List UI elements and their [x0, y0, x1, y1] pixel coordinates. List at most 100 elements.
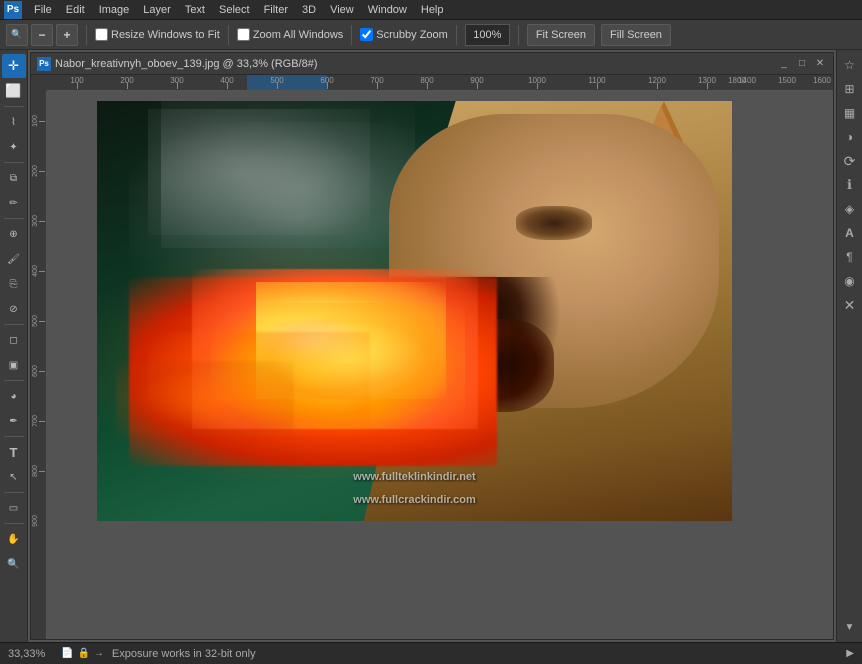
- tool-clone[interactable]: ⎘: [2, 272, 26, 296]
- zoom-in-btn[interactable]: +: [56, 24, 78, 46]
- cat-eye: [516, 206, 592, 240]
- ruler-tick: [277, 83, 278, 89]
- doc-maximize-btn[interactable]: □: [795, 57, 809, 71]
- ruler-label-v: 500: [32, 315, 39, 327]
- status-doc-icon[interactable]: 📄: [61, 648, 73, 659]
- ps-logo: Ps: [4, 1, 22, 19]
- ruler-label: 1500: [778, 76, 796, 85]
- zoom-all-windows-checkbox[interactable]: [237, 28, 250, 41]
- right-btn-brush[interactable]: ◈: [839, 198, 861, 220]
- status-arrow-icon[interactable]: →: [94, 648, 104, 659]
- right-btn-para[interactable]: ¶: [839, 246, 861, 268]
- ruler-tick: [477, 83, 478, 89]
- zoom-preset-icon[interactable]: 🔍: [6, 24, 28, 46]
- ruler-tick-v: [39, 371, 45, 372]
- ruler-label-v: 400: [32, 265, 39, 277]
- resize-windows-checkbox[interactable]: [95, 28, 108, 41]
- doc-content: 100 200 300 400 500 600 700: [31, 75, 833, 639]
- status-lock-icon[interactable]: 🔒: [77, 648, 89, 659]
- zoom-all-windows-option[interactable]: Zoom All Windows: [237, 28, 343, 41]
- ruler-tick: [537, 83, 538, 89]
- right-btn-swatches[interactable]: ▦: [839, 102, 861, 124]
- tool-zoom[interactable]: 🔍: [2, 552, 26, 576]
- ruler-tick: [177, 83, 178, 89]
- tool-move[interactable]: ✛: [2, 54, 26, 78]
- doc-close-btn[interactable]: ✕: [813, 57, 827, 71]
- tool-magic-wand[interactable]: ✦: [2, 135, 26, 159]
- tool-sep-8: [4, 523, 24, 524]
- tool-brush[interactable]: 🖌: [2, 247, 26, 271]
- right-btn-adjustments[interactable]: ◑: [839, 126, 861, 148]
- ruler-horizontal: 100 200 300 400 500 600 700: [47, 75, 833, 91]
- menu-text[interactable]: Text: [179, 3, 211, 17]
- menu-image[interactable]: Image: [93, 3, 136, 17]
- tool-sep-2: [4, 162, 24, 163]
- doc-minimize-btn[interactable]: _: [777, 57, 791, 71]
- zoom-all-windows-label: Zoom All Windows: [253, 29, 343, 41]
- ruler-label-v: 800: [32, 465, 39, 477]
- right-btn-3d[interactable]: ◉: [839, 270, 861, 292]
- zoom-out-btn[interactable]: −: [31, 24, 53, 46]
- toolbar-separator-1: [86, 25, 87, 45]
- ruler-label-v: 900: [32, 515, 39, 527]
- ruler-tick-v: [39, 171, 45, 172]
- menu-edit[interactable]: Edit: [60, 3, 91, 17]
- ruler-label-v: 200: [32, 165, 39, 177]
- left-toolbar: ✛ ⬜ ⌇ ✦ ⧉ ✏ ⊕ 🖌 ⎘ ⊘ ◻ ▣ ◕ ✒ T ↖ ▭ ✋ 🔍: [0, 50, 28, 642]
- ruler-label-hi: 1800: [728, 76, 746, 85]
- right-btn-settings[interactable]: ✕: [839, 294, 861, 316]
- ruler-tick-v: [39, 271, 45, 272]
- ruler-tick-v: [39, 471, 45, 472]
- tool-sep-1: [4, 106, 24, 107]
- scrubby-zoom-label: Scrubby Zoom: [376, 29, 448, 41]
- menu-help[interactable]: Help: [415, 3, 450, 17]
- ruler-highlight: [247, 75, 327, 91]
- ruler-tick: [377, 83, 378, 89]
- right-btn-char[interactable]: A: [839, 222, 861, 244]
- tool-pen[interactable]: ✒: [2, 409, 26, 433]
- watermark-2: www.fullcrackindir.com: [353, 494, 475, 506]
- zoom-percentage-input[interactable]: [465, 24, 510, 46]
- toolbar-separator-5: [518, 25, 519, 45]
- right-btn-transform[interactable]: ⟳: [839, 150, 861, 172]
- right-btn-extras[interactable]: ☆: [839, 54, 861, 76]
- ruler-tick-v: [39, 121, 45, 122]
- tool-eraser[interactable]: ◻: [2, 328, 26, 352]
- tool-path-sel[interactable]: ↖: [2, 465, 26, 489]
- right-btn-scrolldown[interactable]: ▼: [839, 616, 861, 638]
- corner-ruler: [31, 75, 47, 91]
- menu-3d[interactable]: 3D: [296, 3, 322, 17]
- tool-crop[interactable]: ⧉: [2, 166, 26, 190]
- resize-windows-option[interactable]: Resize Windows to Fit: [95, 28, 220, 41]
- fit-screen-button[interactable]: Fit Screen: [527, 24, 595, 46]
- ruler-label-v: 600: [32, 365, 39, 377]
- document-titlebar: Ps Nabor_kreativnyh_oboev_139.jpg @ 33,3…: [31, 53, 833, 75]
- tool-gradient[interactable]: ▣: [2, 353, 26, 377]
- fill-screen-button[interactable]: Fill Screen: [601, 24, 671, 46]
- ruler-label: 1600: [813, 76, 831, 85]
- right-btn-info[interactable]: ℹ: [839, 174, 861, 196]
- tool-hand[interactable]: ✋: [2, 527, 26, 551]
- menu-file[interactable]: File: [28, 3, 58, 17]
- menu-window[interactable]: Window: [362, 3, 413, 17]
- menu-select[interactable]: Select: [213, 3, 256, 17]
- tool-type[interactable]: T: [2, 440, 26, 464]
- scrubby-zoom-option[interactable]: Scrubby Zoom: [360, 28, 448, 41]
- tool-dodge[interactable]: ◕: [2, 384, 26, 408]
- tool-history[interactable]: ⊘: [2, 297, 26, 321]
- ruler-tick-v: [39, 321, 45, 322]
- menu-view[interactable]: View: [324, 3, 360, 17]
- right-btn-layers[interactable]: ⊞: [839, 78, 861, 100]
- scrubby-zoom-checkbox[interactable]: [360, 28, 373, 41]
- canvas-viewport[interactable]: www.fullteklinkindir.net www.fullcrackin…: [47, 91, 833, 639]
- tool-heal[interactable]: ⊕: [2, 222, 26, 246]
- menu-filter[interactable]: Filter: [258, 3, 294, 17]
- tool-eyedropper[interactable]: ✏: [2, 191, 26, 215]
- ruler-vertical: 100 200 300 400 500 600 700: [31, 91, 47, 639]
- tool-marquee[interactable]: ⬜: [2, 79, 26, 103]
- image-canvas: www.fullteklinkindir.net www.fullcrackin…: [97, 101, 732, 521]
- menu-layer[interactable]: Layer: [137, 3, 177, 17]
- tool-lasso[interactable]: ⌇: [2, 110, 26, 134]
- status-right-arrow[interactable]: ▶: [846, 648, 854, 659]
- tool-shape[interactable]: ▭: [2, 496, 26, 520]
